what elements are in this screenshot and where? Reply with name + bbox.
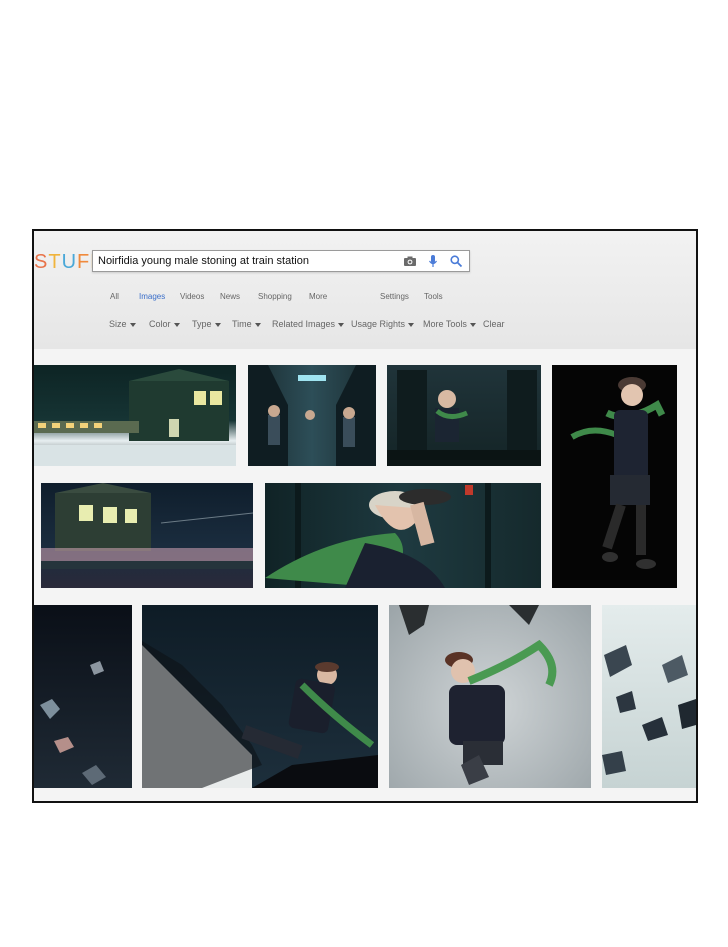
tab-settings[interactable]: Settings bbox=[380, 292, 409, 301]
filter-rights-label: Usage Rights bbox=[351, 319, 406, 329]
logo-letter: T bbox=[48, 251, 62, 273]
caret-down-icon bbox=[173, 322, 180, 327]
tab-news[interactable]: News bbox=[220, 292, 240, 301]
image-result-boy-walking[interactable] bbox=[552, 365, 677, 588]
image-filters: Size Color Type Time Related Images Usag… bbox=[34, 319, 696, 333]
boy-crouching-illustration bbox=[399, 605, 557, 785]
boy-sitting-illustration bbox=[387, 370, 541, 466]
caret-down-icon bbox=[129, 322, 136, 327]
boy-cap-illustration bbox=[265, 483, 491, 588]
filter-color[interactable]: Color bbox=[149, 319, 180, 329]
tab-more[interactable]: More bbox=[309, 292, 327, 301]
filter-color-label: Color bbox=[149, 319, 171, 329]
image-result-station-building[interactable] bbox=[41, 483, 253, 588]
caret-down-icon bbox=[214, 322, 221, 327]
caret-down-icon bbox=[254, 322, 261, 327]
filter-more-tools-label: More Tools bbox=[423, 319, 467, 329]
filter-clear[interactable]: Clear bbox=[483, 319, 505, 329]
flying-rocks-illustration bbox=[602, 645, 696, 775]
caret-down-icon bbox=[469, 322, 476, 327]
filter-usage-rights[interactable]: Usage Rights bbox=[351, 319, 415, 329]
image-result-train-interior[interactable] bbox=[248, 365, 376, 466]
camera-icon[interactable] bbox=[403, 254, 417, 268]
microphone-icon[interactable] bbox=[426, 254, 440, 268]
search-input[interactable] bbox=[98, 253, 398, 268]
tab-all[interactable]: All bbox=[110, 292, 119, 301]
search-icon[interactable] bbox=[449, 254, 463, 268]
filter-size-label: Size bbox=[109, 319, 127, 329]
tab-images[interactable]: Images bbox=[139, 292, 165, 301]
filter-time-label: Time bbox=[232, 319, 252, 329]
logo-letter: S bbox=[34, 251, 49, 273]
image-result-flying-rocks[interactable] bbox=[602, 605, 696, 788]
falling-rocks-illustration bbox=[40, 661, 106, 785]
image-results-grid bbox=[34, 349, 696, 801]
search-tabs: All Images Videos News Shopping More Set… bbox=[34, 292, 696, 306]
tab-shopping[interactable]: Shopping bbox=[258, 292, 292, 301]
boy-slipping-illustration bbox=[142, 641, 378, 788]
filter-size[interactable]: Size bbox=[109, 319, 136, 329]
filter-type-label: Type bbox=[192, 319, 212, 329]
filter-related-label: Related Images bbox=[272, 319, 336, 329]
filter-more-tools[interactable]: More Tools bbox=[423, 319, 476, 329]
tab-tools[interactable]: Tools bbox=[424, 292, 443, 301]
train-interior-illustration bbox=[248, 365, 376, 466]
image-result-boy-crouching[interactable] bbox=[389, 605, 591, 788]
image-result-boy-cap[interactable] bbox=[265, 483, 541, 588]
screenshot-frame: STUFF All Images Videos News Shopping Mo… bbox=[32, 229, 698, 803]
caret-down-icon bbox=[338, 322, 345, 327]
search-box[interactable] bbox=[92, 250, 470, 272]
tab-videos[interactable]: Videos bbox=[180, 292, 204, 301]
filter-related-images[interactable]: Related Images bbox=[272, 319, 345, 329]
logo-letter: F bbox=[77, 251, 91, 273]
filter-time[interactable]: Time bbox=[232, 319, 261, 329]
caret-down-icon bbox=[408, 322, 415, 327]
image-result-boy-slipping[interactable] bbox=[142, 605, 378, 788]
station-illustration bbox=[34, 369, 236, 466]
logo-letter: U bbox=[61, 251, 78, 273]
station-building-illustration bbox=[41, 483, 253, 569]
image-result-snowy-station[interactable] bbox=[34, 365, 236, 466]
search-header: STUFF All Images Videos News Shopping Mo… bbox=[34, 231, 696, 349]
image-result-falling-rocks[interactable] bbox=[34, 605, 132, 788]
image-result-boy-sitting[interactable] bbox=[387, 365, 541, 466]
boy-walking-illustration bbox=[570, 377, 666, 569]
filter-type[interactable]: Type bbox=[192, 319, 221, 329]
